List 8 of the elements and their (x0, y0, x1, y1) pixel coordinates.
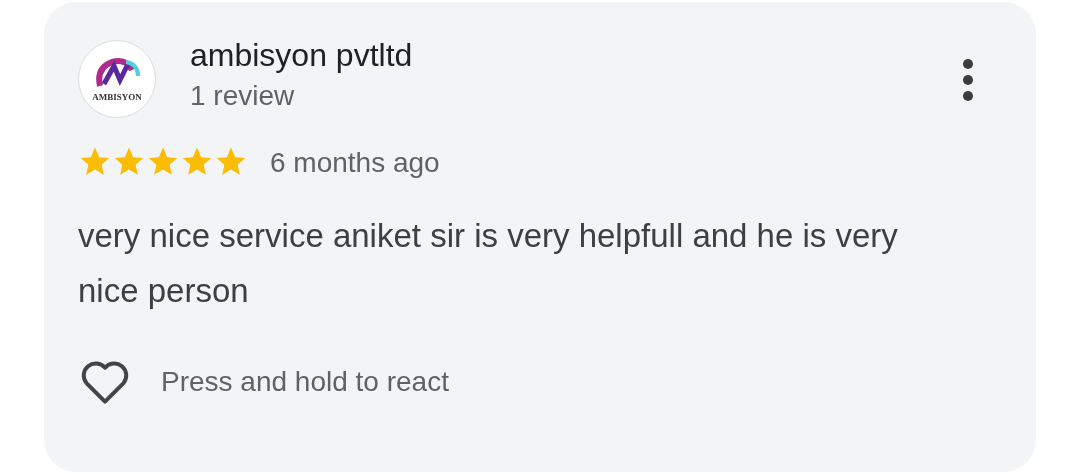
review-count: 1 review (190, 79, 296, 113)
author-name[interactable]: ambisyon pvtltd (190, 34, 413, 76)
more-options-icon[interactable] (962, 58, 974, 102)
avatar[interactable]: AMBISYON (78, 40, 156, 118)
logo-text: AMBISYON (92, 92, 142, 102)
react-hint: Press and hold to react (161, 366, 449, 398)
review-time: 6 months ago (270, 147, 440, 179)
review-text: very nice service aniket sir is very helpfull and he is very nice person (78, 216, 899, 311)
